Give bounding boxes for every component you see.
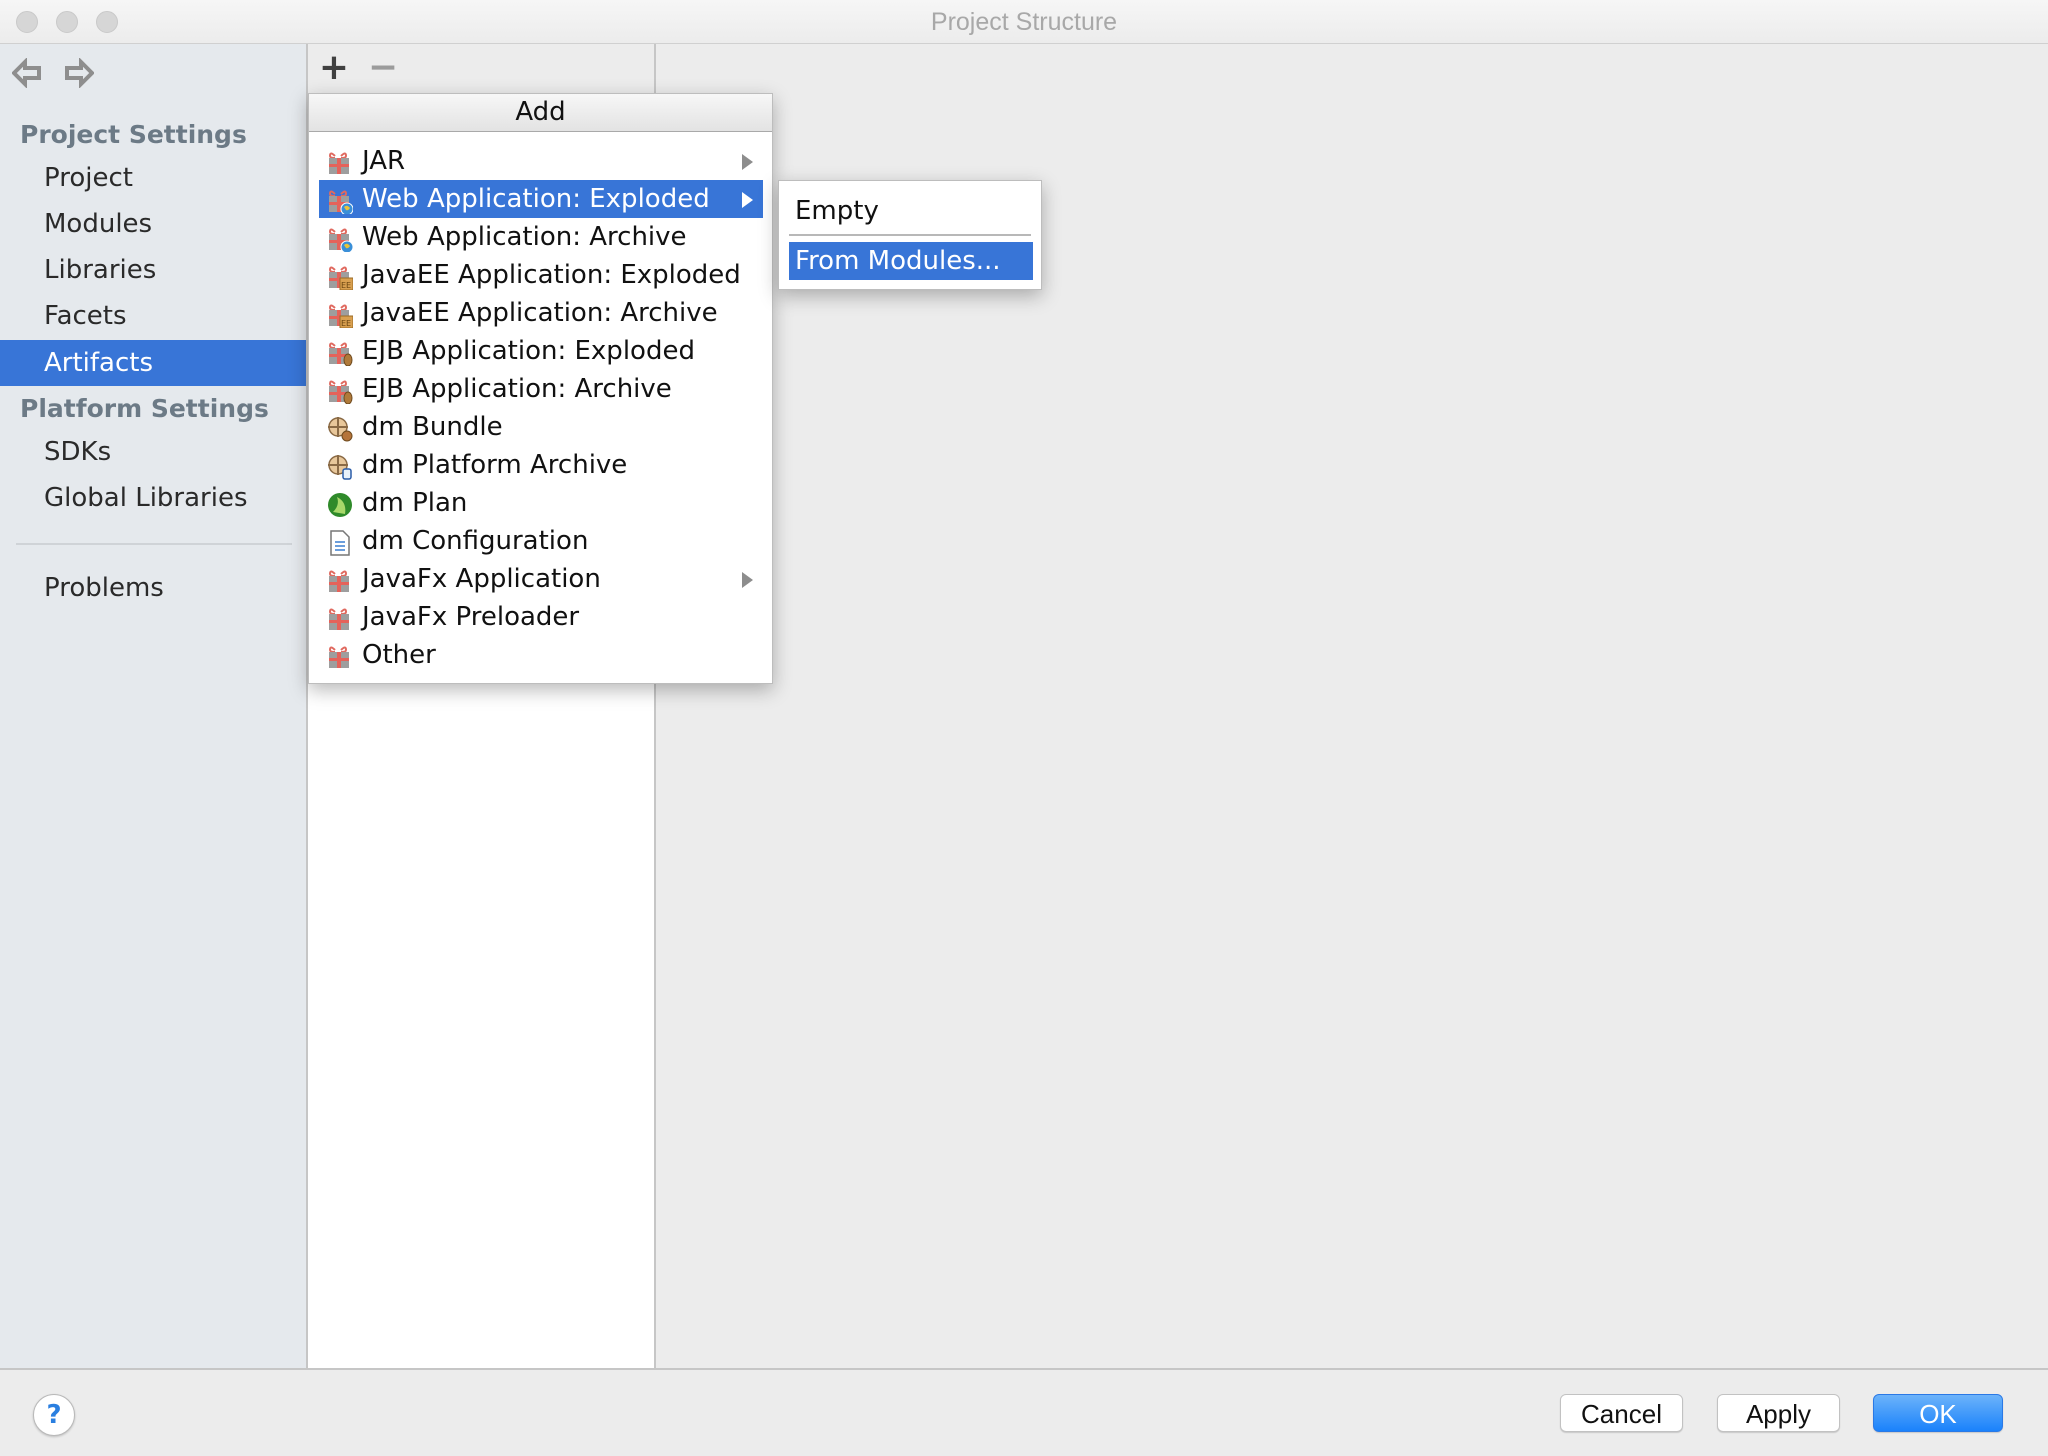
menu-item-label: Other — [362, 640, 436, 670]
menu-item-label: JavaEE Application: Exploded — [362, 260, 741, 290]
forward-arrow-icon[interactable] — [64, 58, 94, 88]
menu-item-label: Web Application: Exploded — [362, 184, 710, 214]
help-button[interactable]: ? — [33, 1394, 75, 1436]
submenu-item-empty[interactable]: Empty — [789, 192, 1033, 230]
menu-item-web-application-archive[interactable]: Web Application: Archive — [319, 218, 763, 256]
menu-item-label: dm Platform Archive — [362, 450, 628, 480]
sidebar: Project Settings Project Modules Librari… — [0, 44, 308, 1368]
add-menu-title: Add — [309, 94, 772, 132]
svg-text:EE: EE — [341, 319, 351, 328]
apply-button[interactable]: Apply — [1717, 1394, 1840, 1432]
menu-item-dm-bundle[interactable]: dm Bundle — [319, 408, 763, 446]
remove-artifact-button[interactable]: − — [365, 50, 401, 86]
submenu-separator — [789, 234, 1031, 236]
menu-item-ejb-application-archive[interactable]: EJB Application: Archive — [319, 370, 763, 408]
submenu-arrow-icon — [742, 154, 753, 170]
menu-item-label: Web Application: Archive — [362, 222, 687, 252]
menu-item-web-application-exploded[interactable]: Web Application: Exploded — [319, 180, 763, 218]
menu-item-label: JavaFx Preloader — [362, 602, 580, 632]
ok-button[interactable]: OK — [1873, 1394, 2003, 1432]
add-menu: Add JAR Web Application: Exploded Web Appl… — [308, 93, 773, 684]
web-app-icon — [327, 225, 354, 254]
menu-item-label: dm Configuration — [362, 526, 589, 556]
dm-configuration-icon — [327, 529, 353, 556]
title-bar: Project Structure — [0, 0, 2048, 44]
svg-text:EE: EE — [341, 281, 351, 290]
submenu-arrow-icon — [742, 192, 753, 208]
web-app-icon — [327, 187, 354, 216]
javaee-app-icon: EE — [327, 301, 354, 329]
sidebar-item-artifacts[interactable]: Artifacts — [0, 340, 306, 386]
cancel-button[interactable]: Cancel — [1560, 1394, 1683, 1432]
window-title: Project Structure — [930, 8, 1118, 36]
menu-item-label: EJB Application: Exploded — [362, 336, 695, 366]
ejb-app-icon — [327, 339, 353, 367]
artifacts-toolbar: + − — [308, 44, 654, 94]
jar-gift-icon — [327, 149, 353, 175]
menu-item-javafx-preloader[interactable]: JavaFx Preloader — [319, 598, 763, 636]
dm-bundle-icon — [327, 415, 353, 442]
sidebar-item-modules[interactable]: Modules — [0, 201, 306, 247]
back-arrow-icon[interactable] — [12, 58, 42, 88]
sidebar-item-libraries[interactable]: Libraries — [0, 247, 306, 293]
menu-item-javafx-application[interactable]: JavaFx Application — [319, 560, 763, 598]
menu-item-dm-platform-archive[interactable]: dm Platform Archive — [319, 446, 763, 484]
dm-plan-icon — [327, 491, 353, 517]
menu-item-label: dm Plan — [362, 488, 468, 518]
sidebar-item-problems[interactable]: Problems — [0, 565, 306, 611]
menu-item-ejb-application-exploded[interactable]: EJB Application: Exploded — [319, 332, 763, 370]
menu-item-dm-plan[interactable]: dm Plan — [319, 484, 763, 522]
sidebar-item-project[interactable]: Project — [0, 155, 306, 201]
add-artifact-button[interactable]: + — [316, 50, 352, 86]
section-heading-project-settings: Project Settings — [20, 120, 247, 149]
menu-item-dm-configuration[interactable]: dm Configuration — [319, 522, 763, 560]
web-app-exploded-submenu: Empty From Modules... — [778, 180, 1042, 290]
menu-item-other[interactable]: Other — [319, 636, 763, 674]
dialog-footer: ? Cancel Apply OK — [0, 1368, 2048, 1456]
javafx-gift-icon — [327, 567, 353, 593]
menu-item-javaee-application-archive[interactable]: EE JavaEE Application: Archive — [319, 294, 763, 332]
menu-item-label: dm Bundle — [362, 412, 503, 442]
ejb-app-icon — [327, 377, 353, 405]
submenu-arrow-icon — [742, 572, 753, 588]
javaee-app-icon: EE — [327, 263, 354, 291]
menu-item-jar[interactable]: JAR — [319, 142, 763, 180]
sidebar-divider — [16, 543, 292, 545]
other-gift-icon — [327, 643, 353, 669]
javafx-gift-icon — [327, 605, 353, 631]
section-heading-platform-settings: Platform Settings — [20, 394, 269, 423]
menu-item-label: JAR — [362, 146, 406, 176]
submenu-item-from-modules[interactable]: From Modules... — [789, 242, 1033, 280]
sidebar-item-sdks[interactable]: SDKs — [0, 429, 306, 475]
menu-item-label: JavaFx Application — [362, 564, 601, 594]
menu-item-javaee-application-exploded[interactable]: EE JavaEE Application: Exploded — [319, 256, 763, 294]
sidebar-item-facets[interactable]: Facets — [0, 293, 306, 339]
menu-item-label: JavaEE Application: Archive — [362, 298, 718, 328]
dm-platform-archive-icon — [327, 453, 353, 480]
sidebar-item-global-libraries[interactable]: Global Libraries — [0, 475, 306, 521]
menu-item-label: EJB Application: Archive — [362, 374, 672, 404]
